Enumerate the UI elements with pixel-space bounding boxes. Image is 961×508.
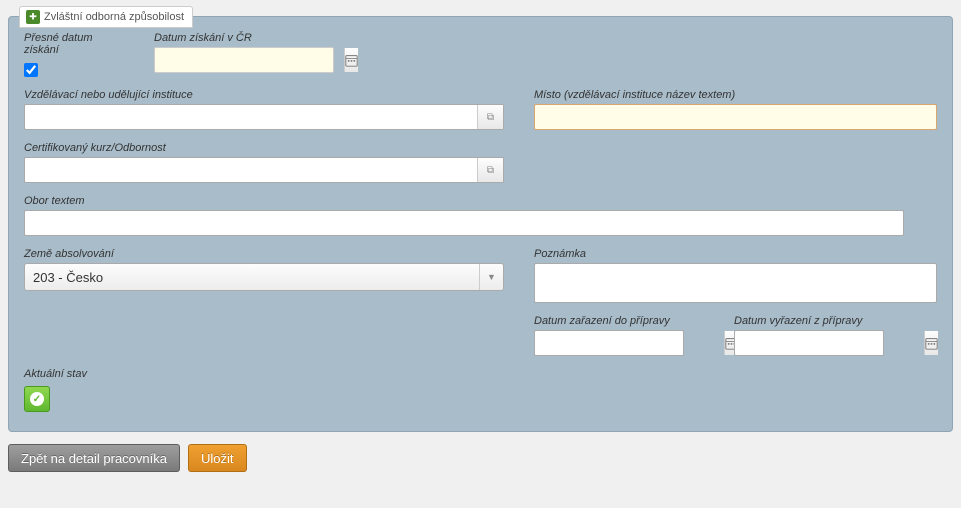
poznamka-textarea[interactable] [534, 263, 937, 303]
kurz-input[interactable] [25, 158, 477, 182]
label-poznamka: Poznámka [534, 248, 937, 260]
label-zeme: Země absolvování [24, 248, 504, 260]
datum-zarazeni-input[interactable] [535, 331, 724, 355]
button-bar: Zpět na detail pracovníka Uložit [8, 444, 953, 472]
plus-badge-icon [26, 10, 40, 24]
label-presne-datum: Přesné datum získání [24, 32, 124, 56]
chevron-down-icon[interactable]: ▼ [479, 264, 503, 290]
popup-icon[interactable]: ⧉ [477, 158, 503, 182]
instituce-input[interactable] [25, 105, 477, 129]
save-button[interactable]: Uložit [188, 444, 247, 472]
kurz-picker[interactable]: ⧉ [24, 157, 504, 183]
datum-zarazeni-field[interactable] [534, 330, 684, 356]
zeme-select[interactable]: 203 - Česko ▼ [24, 263, 504, 291]
datum-ziskani-input[interactable] [155, 48, 344, 72]
zeme-value: 203 - Česko [25, 268, 479, 287]
calendar-icon[interactable] [924, 331, 938, 355]
datum-vyrazeni-input[interactable] [735, 331, 924, 355]
label-misto: Místo (vzdělávací instituce název textem… [534, 89, 937, 101]
datum-vyrazeni-field[interactable] [734, 330, 884, 356]
obor-input[interactable] [24, 210, 904, 236]
label-kurz: Certifikovaný kurz/Odbornost [24, 142, 504, 154]
panel-legend: Zvláštní odborná způsobilost [19, 6, 193, 28]
legend-text: Zvláštní odborná způsobilost [44, 11, 184, 23]
calendar-icon[interactable] [344, 48, 358, 72]
misto-input[interactable] [534, 104, 937, 130]
instituce-picker[interactable]: ⧉ [24, 104, 504, 130]
datum-ziskani-field[interactable] [154, 47, 334, 73]
save-button-label: Uložit [201, 451, 234, 466]
label-datum-zarazeni: Datum zařazení do přípravy [534, 315, 684, 327]
presne-datum-checkbox[interactable] [24, 63, 38, 77]
back-button[interactable]: Zpět na detail pracovníka [8, 444, 180, 472]
back-button-label: Zpět na detail pracovníka [21, 451, 167, 466]
label-aktualni-stav: Aktuální stav [24, 368, 87, 380]
label-datum-ziskani: Datum získání v ČR [154, 32, 334, 44]
label-obor: Obor textem [24, 195, 937, 207]
form-panel: Zvláštní odborná způsobilost Přesné datu… [8, 16, 953, 432]
popup-icon[interactable]: ⧉ [477, 105, 503, 129]
label-instituce: Vzdělávací nebo udělující instituce [24, 89, 504, 101]
label-datum-vyrazeni: Datum vyřazení z přípravy [734, 315, 884, 327]
status-ok-icon: ✓ [24, 386, 50, 412]
